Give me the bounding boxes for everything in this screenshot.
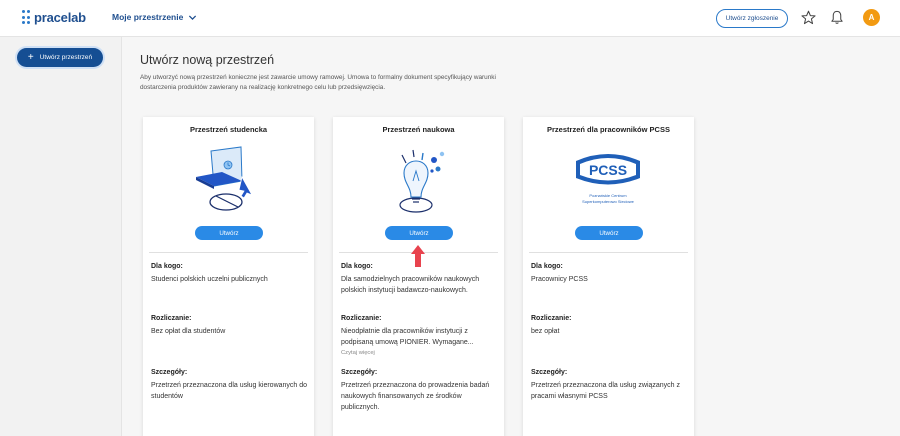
billing-text: Nieodpłatnie dla pracowników instytucji …	[341, 328, 474, 346]
card-title: Przestrzeń dla pracowników PCSS	[547, 125, 670, 134]
card-pcss-workspace: Przestrzeń dla pracowników PCSS PCSS Poz…	[523, 117, 694, 436]
top-bar: pracelab Moje przestrzenie Utwórz zgłosz…	[0, 0, 900, 37]
plus-icon: +	[27, 51, 34, 63]
details-text: Przetrzeń przeznaczona dla usług związan…	[531, 382, 681, 400]
pcss-logo-subtitle-2: Superkomputerowo Sieciowe	[582, 199, 635, 204]
card-title: Przestrzeń studencka	[189, 125, 268, 134]
for-whom-label: Dla kogo:	[341, 263, 373, 270]
create-pcss-workspace-button[interactable]: Utwórz	[575, 226, 643, 240]
for-whom-label: Dla kogo:	[151, 263, 183, 270]
details-label: Szczegóły:	[341, 369, 378, 376]
details-text: Przetrzeń przeznaczona dla usług kierowa…	[151, 382, 308, 400]
read-more-link[interactable]: Czytaj więcej	[341, 350, 375, 356]
billing-label: Rozliczanie:	[151, 315, 192, 322]
pcss-logo-text: PCSS	[589, 162, 627, 178]
for-whom-text: Pracownicy PCSS	[531, 276, 588, 283]
workspaces-menu-label: Moje przestrzenie	[112, 12, 184, 22]
lightbulb-illustration-icon	[399, 149, 445, 213]
card-research-workspace: Przestrzeń naukowa Utwórz Dla kogo: Dla …	[333, 117, 504, 436]
create-report-button[interactable]: Utwórz zgłoszenie	[716, 9, 788, 28]
laptop-illustration-icon	[196, 146, 253, 211]
card-divider	[149, 252, 308, 253]
logo-dots-icon	[22, 10, 30, 25]
card-divider	[529, 252, 688, 253]
card-title: Przestrzeń naukowa	[382, 125, 455, 134]
details-label: Szczegóły:	[151, 369, 188, 376]
pcss-logo-subtitle-1: Poznańskie Centrum	[589, 193, 627, 198]
logo-text: pracelab	[34, 10, 86, 25]
sidebar: + Utwórz przestrzeń	[0, 37, 122, 436]
billing-text: Bez opłat dla studentów	[151, 328, 226, 335]
main-content: Utwórz nową przestrzeń Aby utworzyć nową…	[122, 37, 900, 436]
star-icon[interactable]	[801, 10, 816, 25]
for-whom-label: Dla kogo:	[531, 263, 563, 270]
create-workspace-label: Utwórz przestrzeń	[39, 54, 93, 61]
card-student-workspace: Przestrzeń studencka Utwórz Dla kogo: St…	[143, 117, 314, 436]
page-description: Aby utworzyć nową przestrzeń konieczne j…	[140, 74, 496, 91]
billing-text: bez opłat	[531, 328, 560, 335]
page-title: Utwórz nową przestrzeń	[140, 53, 275, 67]
create-research-workspace-button[interactable]: Utwórz	[385, 226, 453, 240]
billing-label: Rozliczanie:	[531, 315, 572, 322]
chevron-down-icon	[189, 14, 197, 20]
workspaces-menu[interactable]: Moje przestrzenie	[112, 12, 197, 22]
red-up-arrow-icon	[411, 245, 425, 267]
bell-icon[interactable]	[830, 10, 844, 25]
for-whom-text: Dla samodzielnych pracowników naukowych …	[341, 276, 480, 294]
pcss-logo-icon: PCSS Poznańskie Centrum Superkomputerowo…	[576, 154, 640, 204]
user-avatar[interactable]: A	[863, 9, 880, 26]
create-student-workspace-button[interactable]: Utwórz	[195, 226, 263, 240]
details-text: Przetrzeń przeznaczona do prowadzenia ba…	[341, 382, 490, 411]
create-workspace-button[interactable]: + Utwórz przestrzeń	[17, 48, 103, 67]
for-whom-text: Studenci polskich uczelni publicznych	[151, 276, 268, 283]
pracelab-logo[interactable]: pracelab	[22, 10, 86, 25]
billing-label: Rozliczanie:	[341, 315, 382, 322]
details-label: Szczegóły:	[531, 369, 568, 376]
